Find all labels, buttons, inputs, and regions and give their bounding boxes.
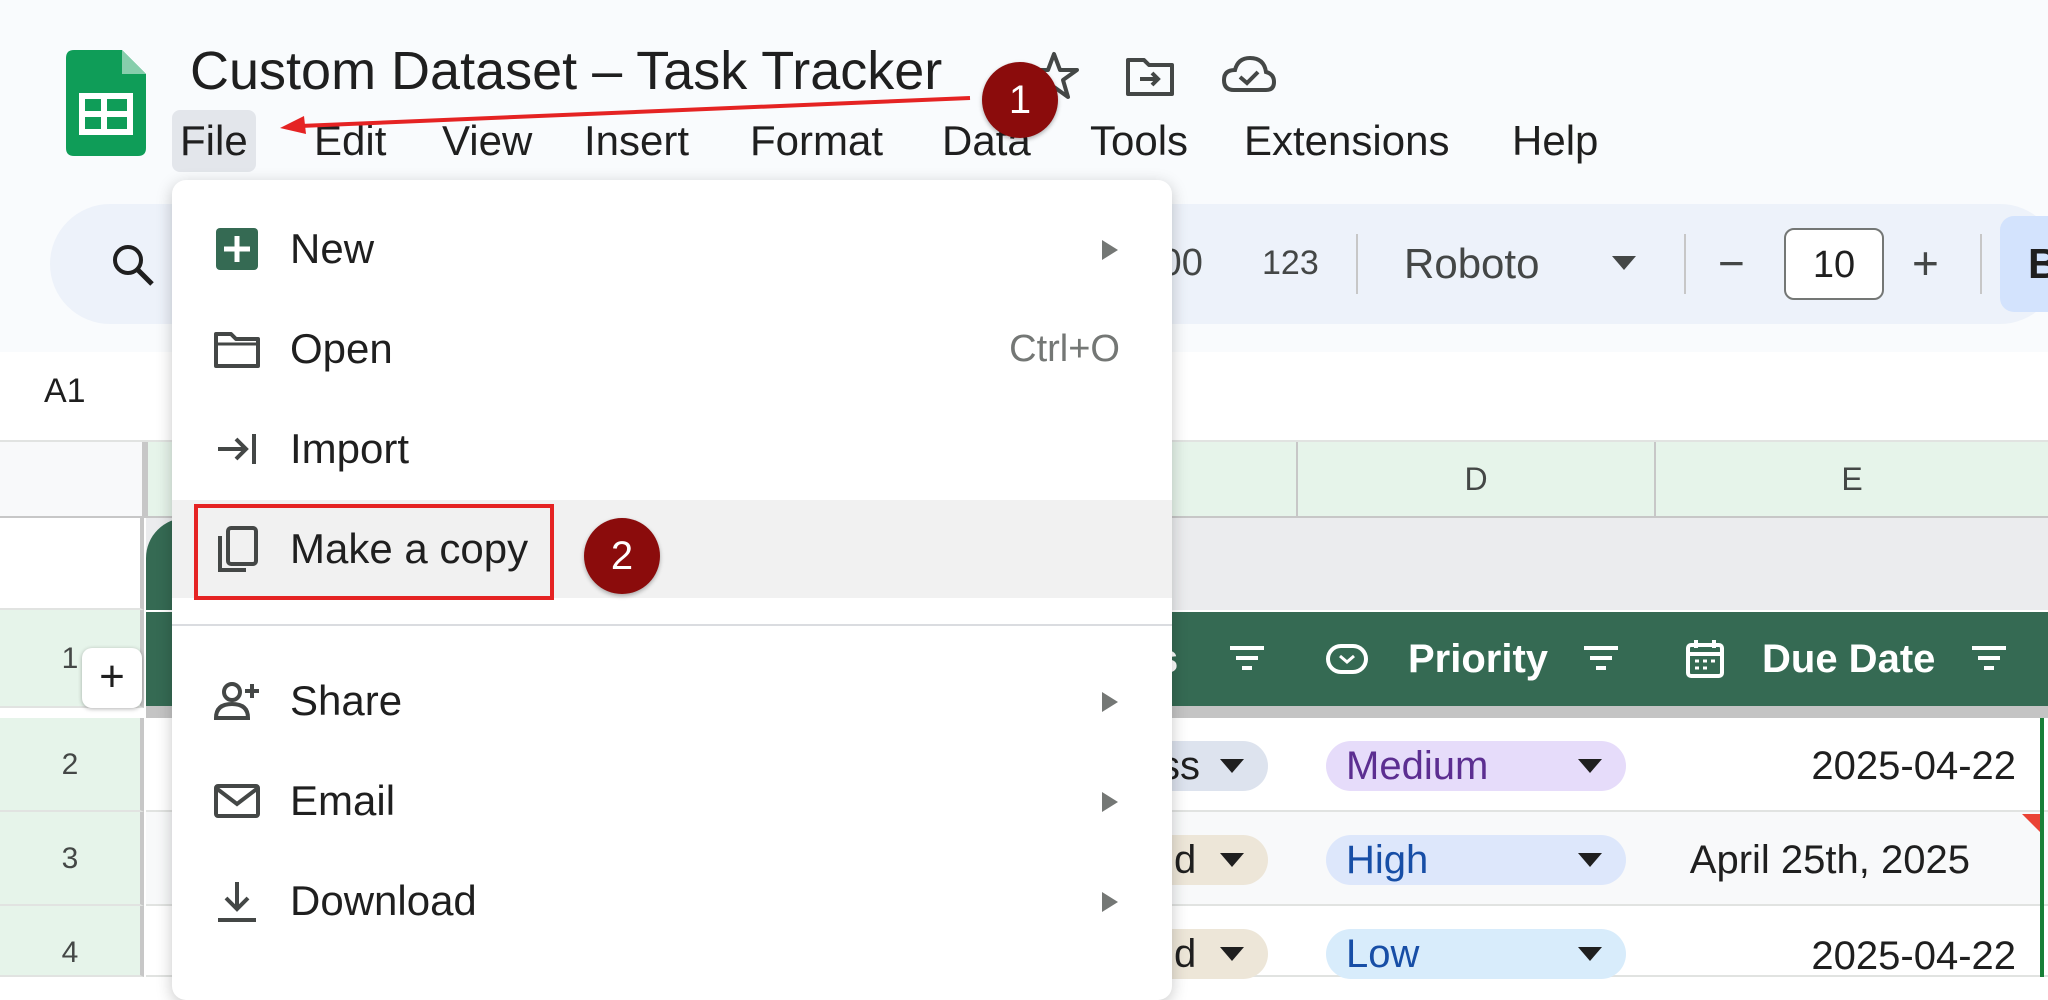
chevron-down-icon <box>1220 947 1244 961</box>
submenu-arrow-icon <box>1102 892 1118 912</box>
comment-indicator-icon[interactable] <box>2022 814 2040 832</box>
file-menu-item-open[interactable]: Open Ctrl+O <box>172 300 1172 398</box>
priority-chip-label: High <box>1346 838 1429 882</box>
due-date-cell[interactable]: 2025-04-22 <box>1700 744 2016 789</box>
step-1-badge: 1 <box>982 62 1058 138</box>
menu-item-label: Email <box>290 777 396 824</box>
menu-file[interactable]: File <box>172 110 256 172</box>
filter-icon[interactable] <box>1966 636 2012 682</box>
menu-item-label: Open <box>290 325 393 372</box>
due-date-cell[interactable]: April 25th, 2025 <box>1640 838 1970 883</box>
due-date-header[interactable]: Due Date <box>1762 612 1935 706</box>
menu-tools[interactable]: Tools <box>1082 110 1196 172</box>
font-size-input[interactable]: 10 <box>1784 228 1884 300</box>
menu-extensions[interactable]: Extensions <box>1236 110 1457 172</box>
row-header-2[interactable]: 2 <box>0 718 144 812</box>
shortcut-label: Ctrl+O <box>1009 328 1120 370</box>
submenu-arrow-icon <box>1102 692 1118 712</box>
chevron-down-icon <box>1578 759 1602 773</box>
font-family-select[interactable]: Roboto <box>1404 240 1539 288</box>
person-add-icon <box>213 682 259 720</box>
menu-item-label: New <box>290 225 375 272</box>
font-dropdown-caret-icon[interactable] <box>1612 256 1636 270</box>
toolbar-divider <box>1980 234 1982 294</box>
bold-label: B <box>2028 240 2048 287</box>
priority-chip[interactable]: High <box>1326 835 1626 885</box>
import-arrow-icon <box>218 434 256 464</box>
toolbar-divider <box>1684 234 1686 294</box>
add-row-button[interactable]: + <box>82 648 142 708</box>
column-header-e[interactable]: E <box>1654 442 2048 516</box>
row-header-4[interactable]: 4 <box>0 906 144 977</box>
search-icon[interactable] <box>108 240 158 290</box>
select-all-corner[interactable] <box>0 442 146 516</box>
annotation-arrow-icon <box>280 96 971 134</box>
menu-item-label: Download <box>290 877 477 924</box>
priority-chip-label: Medium <box>1346 744 1489 788</box>
menu-help[interactable]: Help <box>1504 110 1606 172</box>
increase-font-size-button[interactable]: + <box>1912 236 1939 290</box>
calendar-icon <box>1686 640 1724 678</box>
file-menu-item-import[interactable]: Import <box>172 400 1172 498</box>
priority-chip[interactable]: Medium <box>1326 741 1626 791</box>
priority-chip-label: Low <box>1346 932 1420 976</box>
column-header-d[interactable]: D <box>1296 442 1654 516</box>
name-box[interactable]: A1 <box>44 372 86 411</box>
make-a-copy-highlight <box>194 504 554 600</box>
menu-item-label: Import <box>290 425 410 472</box>
bold-button[interactable]: B <box>2000 216 2048 312</box>
move-to-folder-icon[interactable] <box>1122 48 1178 104</box>
mail-icon <box>214 784 260 818</box>
toolbar-divider <box>1356 234 1358 294</box>
submenu-arrow-icon <box>1102 792 1118 812</box>
google-sheets-logo-icon[interactable] <box>66 50 146 156</box>
menu-item-label: Share <box>290 677 403 724</box>
download-icon <box>218 882 256 922</box>
cloud-saved-icon[interactable] <box>1220 48 1276 104</box>
row-header-blank[interactable] <box>0 518 144 610</box>
decrease-font-size-button[interactable]: − <box>1718 236 1745 290</box>
chevron-down-icon <box>1220 853 1244 867</box>
menu-divider <box>172 624 1172 626</box>
file-menu-item-share[interactable]: Share <box>172 652 1172 750</box>
table-edge <box>2040 718 2044 977</box>
file-menu-item-email[interactable]: Email <box>172 752 1172 850</box>
due-date-cell[interactable]: 2025-04-22 <box>1700 934 2016 979</box>
sheets-new-icon <box>216 228 258 270</box>
priority-header[interactable]: Priority <box>1408 612 1548 706</box>
file-menu-item-new[interactable]: New <box>172 200 1172 298</box>
chevron-down-icon <box>1220 759 1244 773</box>
chevron-down-icon <box>1578 853 1602 867</box>
dropdown-chip-icon <box>1326 644 1368 674</box>
file-menu-item-download[interactable]: Download <box>172 852 1172 950</box>
chevron-down-icon <box>1578 947 1602 961</box>
submenu-arrow-icon <box>1102 240 1118 260</box>
filter-icon[interactable] <box>1578 636 1624 682</box>
status-chip-label: d <box>1174 838 1197 882</box>
row-header-3[interactable]: 3 <box>0 812 144 906</box>
step-2-badge: 2 <box>584 518 660 594</box>
number-format-button[interactable]: 123 <box>1262 244 1319 283</box>
filter-icon[interactable] <box>1224 636 1270 682</box>
folder-icon <box>214 332 260 368</box>
priority-chip[interactable]: Low <box>1326 929 1626 979</box>
status-chip-label: d <box>1174 932 1197 976</box>
